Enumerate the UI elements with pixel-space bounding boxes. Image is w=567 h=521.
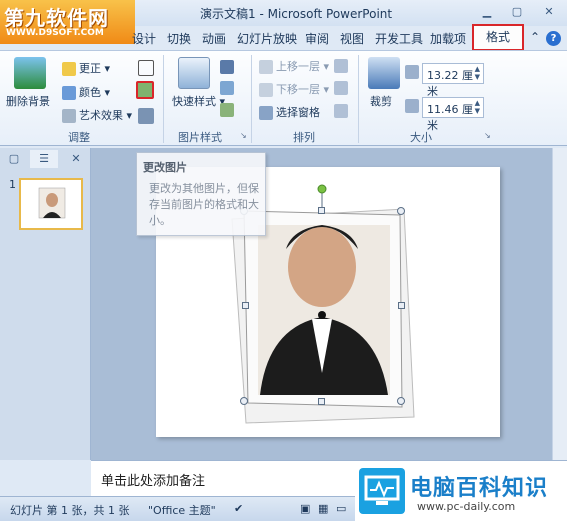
height-field[interactable]: 13.22 厘米 ▲ ▼: [422, 63, 484, 98]
close-icon[interactable]: ✕: [538, 3, 560, 20]
group-label-picture-style: 图片样式: [178, 131, 222, 144]
change-picture-icon[interactable]: [136, 81, 154, 99]
tooltip: 更改图片 更改为其他图片，但保存当前图片的格式和大小。: [136, 152, 266, 236]
brand-url: www.pc-daily.com: [417, 500, 516, 513]
crop-button[interactable]: 裁剪: [370, 93, 392, 109]
quick-style-button[interactable]: 快速样式 ▾: [172, 93, 225, 109]
color-icon: [62, 86, 76, 100]
tab-addins[interactable]: 加载项: [430, 30, 466, 47]
monitor-icon: [359, 468, 405, 514]
tab-view[interactable]: 视图: [340, 30, 364, 47]
rotate-icon[interactable]: [334, 104, 348, 118]
ribbon: 删除背景 更正 ▾ 颜色 ▾ 艺术效果 ▾ 调整 快速样式 ▾ 图片样式 ↘ 上…: [0, 50, 567, 146]
close-pane-icon[interactable]: ✕: [62, 150, 90, 168]
resize-handle[interactable]: [318, 207, 325, 214]
thumb-photo: [38, 187, 66, 219]
window-title: 演示文稿1 - Microsoft PowerPoint: [200, 7, 393, 21]
resize-handle[interactable]: [318, 398, 325, 405]
spinner-arrows-icon[interactable]: ▲ ▼: [475, 65, 480, 81]
bring-forward-button[interactable]: 上移一层 ▾: [259, 58, 329, 74]
send-backward-icon: [259, 83, 273, 97]
dialog-launcher-icon[interactable]: ↘: [484, 131, 491, 140]
brand-name: 电脑百科知识: [410, 476, 549, 501]
height-icon: [405, 65, 419, 79]
tab-animations[interactable]: 动画: [202, 30, 226, 47]
align-icon[interactable]: [334, 59, 348, 73]
picture-effects-icon[interactable]: [220, 81, 234, 95]
slide-thumb-number: 1: [9, 178, 16, 191]
resize-handle[interactable]: [398, 302, 405, 309]
artistic-effects-button[interactable]: 艺术效果 ▾: [62, 107, 132, 123]
bring-forward-icon: [259, 60, 273, 74]
dialog-launcher-icon[interactable]: ↘: [240, 131, 247, 140]
slide-thumbnail[interactable]: [19, 178, 83, 230]
tab-format[interactable]: 格式: [472, 24, 524, 51]
send-backward-button[interactable]: 下移一层 ▾: [259, 81, 329, 97]
selection-pane-icon: [259, 106, 273, 120]
help-icon[interactable]: ?: [546, 31, 561, 46]
width-field[interactable]: 11.46 厘米 ▲ ▼: [422, 97, 484, 132]
selection-pane-button[interactable]: 选择窗格: [259, 104, 320, 120]
spell-check-icon[interactable]: ✔: [234, 502, 243, 515]
brand-watermark: 电脑百科知识 www.pc-daily.com: [355, 464, 567, 521]
tooltip-title: 更改图片: [143, 161, 187, 174]
reset-picture-icon[interactable]: [138, 108, 154, 124]
remove-background-button[interactable]: 删除背景: [6, 93, 50, 109]
vertical-scrollbar[interactable]: [552, 148, 567, 460]
chevron-up-icon[interactable]: ⌃: [530, 30, 540, 44]
resize-handle[interactable]: [240, 397, 248, 405]
minimize-icon[interactable]: ▁: [476, 3, 498, 20]
monitor-icon-glyph: [364, 475, 400, 505]
width-icon: [405, 99, 419, 113]
notes-placeholder: 单击此处添加备注: [101, 474, 206, 489]
group-label-size: 大小: [410, 131, 432, 144]
normal-view-icon[interactable]: ▣: [300, 502, 310, 515]
group-divider: [358, 55, 359, 143]
corrections-button[interactable]: 更正 ▾: [62, 60, 110, 76]
tab-transitions[interactable]: 切换: [167, 30, 191, 47]
group-divider: [163, 55, 164, 143]
group-label-arrange: 排列: [293, 131, 315, 144]
resize-handle[interactable]: [242, 302, 249, 309]
slide-sorter-icon[interactable]: ▦: [318, 502, 328, 515]
remove-background-icon[interactable]: [14, 57, 46, 89]
tab-design[interactable]: 设计: [132, 30, 156, 47]
sun-icon: [62, 62, 76, 76]
picture-border-icon[interactable]: [220, 60, 234, 74]
picture-layout-icon[interactable]: [220, 103, 234, 117]
spinner-arrows-icon[interactable]: ▲ ▼: [475, 99, 480, 115]
crop-icon[interactable]: [368, 57, 400, 89]
slide-counter: 幻灯片 第 1 张，共 1 张: [10, 504, 130, 517]
outline-tab-icon[interactable]: ☰: [30, 150, 58, 168]
tab-slideshow[interactable]: 幻灯片放映: [237, 30, 297, 47]
maximize-icon[interactable]: ▢: [506, 3, 528, 20]
color-button[interactable]: 颜色 ▾: [62, 84, 110, 100]
resize-handle[interactable]: [397, 207, 405, 215]
tab-developer[interactable]: 开发工具: [375, 30, 423, 47]
tooltip-body: 更改为其他图片，但保存当前图片的格式和大小。: [149, 182, 259, 227]
slides-pane: ▢ ☰ ✕ 1: [0, 148, 91, 460]
slides-tab-icon[interactable]: ▢: [0, 150, 28, 168]
group-icon[interactable]: [334, 81, 348, 95]
quick-style-icon[interactable]: [178, 57, 210, 89]
tab-review[interactable]: 审阅: [305, 30, 329, 47]
artistic-effects-icon: [62, 109, 76, 123]
resize-handle[interactable]: [397, 397, 405, 405]
theme-name[interactable]: "Office 主题": [148, 502, 216, 518]
compress-pictures-icon[interactable]: [138, 60, 154, 76]
group-label-adjust: 调整: [68, 131, 90, 144]
reading-view-icon[interactable]: ▭: [336, 502, 346, 515]
group-divider: [251, 55, 252, 143]
